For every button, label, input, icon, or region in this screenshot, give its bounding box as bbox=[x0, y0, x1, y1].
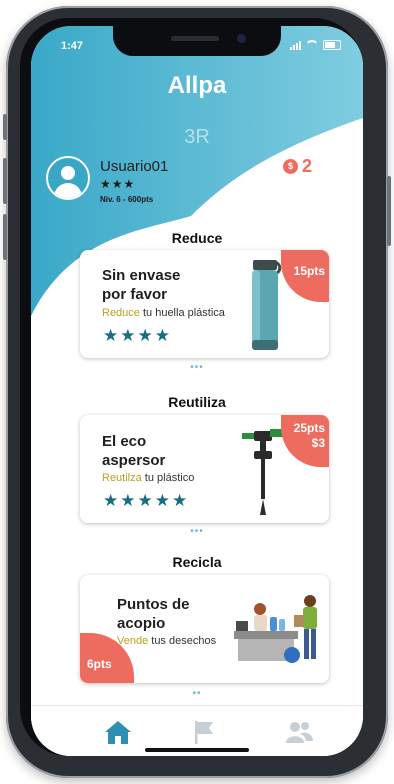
card-subtitle: Vende tus desechos bbox=[117, 635, 216, 647]
app-subtitle: 3R bbox=[184, 126, 210, 148]
volume-up-button bbox=[3, 158, 7, 204]
card-reutiliza[interactable]: El eco aspersor Reutilza tu plástico ★★★… bbox=[80, 415, 329, 523]
card-title: Sin envase por favor bbox=[102, 266, 180, 304]
pager-dots[interactable]: •• bbox=[31, 688, 363, 699]
points-label: 25pts bbox=[293, 421, 325, 435]
card-subtitle-rest: tu huella plástica bbox=[139, 307, 225, 319]
card-action: Reduce bbox=[102, 307, 140, 319]
points-label: 6pts bbox=[87, 657, 112, 671]
card-recicla[interactable]: Puntos de acopio Vende tus desechos 6pts bbox=[80, 575, 329, 683]
water-bottle-icon bbox=[252, 260, 282, 350]
points-badge: 15pts bbox=[281, 250, 329, 302]
card-subtitle: Reutilza tu plástico bbox=[102, 472, 194, 484]
signal-icon bbox=[290, 40, 301, 50]
status-time: 1:47 bbox=[61, 40, 84, 52]
mute-switch bbox=[3, 114, 7, 140]
card-title: Puntos de acopio bbox=[117, 595, 190, 633]
status-icons bbox=[290, 40, 341, 50]
card-title: El eco aspersor bbox=[102, 432, 165, 470]
card-reduce[interactable]: Sin envase por favor Reduce tu huella pl… bbox=[80, 250, 329, 358]
card-title-line1: El eco bbox=[102, 433, 147, 450]
app-screen: 1:47 Allpa 3R Usuario01 ★★★ Niv. 6 - 600… bbox=[31, 26, 363, 756]
coin-icon: $ bbox=[283, 159, 298, 174]
power-button bbox=[387, 176, 391, 246]
card-title-line2: por favor bbox=[102, 286, 168, 303]
volume-down-button bbox=[3, 214, 7, 260]
user-stars: ★★★ bbox=[100, 177, 136, 191]
card-subtitle-rest: tus desechos bbox=[148, 635, 217, 647]
pager-dots[interactable]: ••• bbox=[31, 526, 363, 537]
recycling-point-illustration bbox=[234, 595, 317, 663]
coin-count: 2 bbox=[302, 156, 313, 176]
sprinkler-icon bbox=[242, 429, 284, 515]
card-stars: ★★★★ bbox=[103, 326, 172, 345]
card-title-line1: Sin envase bbox=[102, 267, 181, 284]
username: Usuario01 bbox=[100, 158, 169, 175]
battery-icon bbox=[323, 40, 341, 50]
flag-icon[interactable] bbox=[189, 718, 219, 746]
card-title-line1: Puntos de bbox=[117, 596, 190, 613]
price-label: $3 bbox=[311, 436, 325, 450]
points-label: 15pts bbox=[293, 264, 325, 278]
home-icon[interactable] bbox=[103, 718, 133, 746]
points-badge: 25pts $3 bbox=[281, 415, 329, 467]
card-title-line2: aspersor bbox=[102, 452, 166, 469]
users-icon[interactable] bbox=[284, 718, 314, 746]
card-action: Vende bbox=[117, 635, 149, 647]
card-title-line2: acopio bbox=[117, 615, 166, 632]
card-action: Reutilza bbox=[102, 472, 142, 484]
notch bbox=[113, 26, 281, 56]
section-title-reutiliza: Reutiliza bbox=[168, 394, 226, 410]
pager-dots[interactable]: ••• bbox=[31, 362, 363, 373]
app-title: Allpa bbox=[167, 72, 227, 99]
coin-balance[interactable]: $ 2 bbox=[283, 156, 312, 177]
section-title-reduce: Reduce bbox=[171, 230, 223, 246]
card-subtitle: Reduce tu huella plástica bbox=[102, 307, 225, 319]
wifi-icon bbox=[305, 40, 319, 50]
card-stars: ★★★★★ bbox=[103, 491, 190, 510]
user-level: Niv. 6 - 600pts bbox=[100, 195, 154, 204]
section-title-recicla: Recicla bbox=[172, 554, 222, 570]
card-subtitle-rest: tu plástico bbox=[141, 472, 195, 484]
avatar[interactable] bbox=[46, 156, 90, 200]
home-indicator bbox=[145, 748, 249, 752]
